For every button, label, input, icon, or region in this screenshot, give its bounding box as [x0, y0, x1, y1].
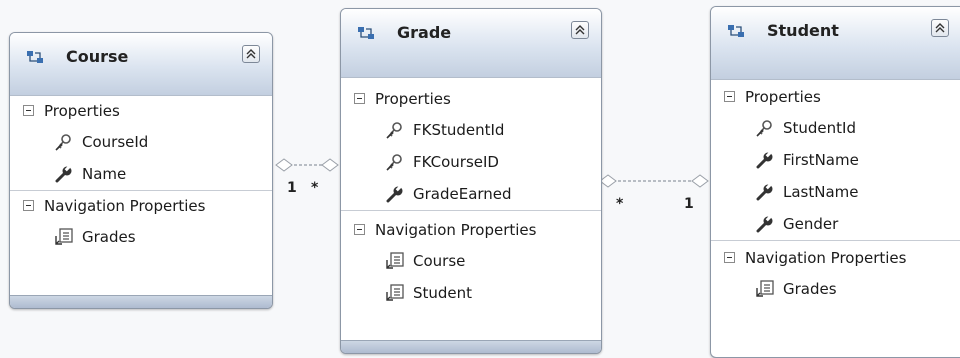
- property-name: Name: [82, 165, 127, 183]
- key-icon: [386, 122, 402, 139]
- property-row[interactable]: Gender: [711, 208, 960, 240]
- collapse-toggle-icon[interactable]: [724, 91, 735, 102]
- wrench-icon: [756, 215, 773, 233]
- navigation-property-icon: [55, 228, 73, 245]
- property-name: Gender: [783, 215, 839, 233]
- properties-heading[interactable]: Properties: [10, 96, 272, 126]
- wrench-icon: [756, 151, 773, 169]
- collapse-toggle-icon[interactable]: [23, 105, 34, 116]
- navigation-section: Navigation Properties Grades: [10, 190, 272, 253]
- entity-footer: [341, 340, 601, 353]
- property-name: LastName: [783, 183, 859, 201]
- entity-header[interactable]: Student: [711, 7, 960, 80]
- wrench-icon: [55, 165, 72, 183]
- property-name: StudentId: [783, 119, 856, 137]
- navigation-heading[interactable]: Navigation Properties: [711, 243, 960, 273]
- entity-course[interactable]: Course Properties CourseId Name Navigati…: [9, 32, 273, 309]
- section-label: Navigation Properties: [44, 197, 206, 215]
- entity-icon: [27, 51, 43, 63]
- navigation-property-icon: [756, 280, 774, 297]
- collapse-toggle-icon[interactable]: [354, 93, 365, 104]
- navigation-section: Navigation Properties Course Student: [341, 210, 601, 309]
- property-row[interactable]: LastName: [711, 176, 960, 208]
- entity-icon: [358, 27, 374, 39]
- navigation-property-row[interactable]: Student: [341, 277, 601, 309]
- collapse-toggle-icon[interactable]: [354, 224, 365, 235]
- key-icon: [55, 134, 71, 151]
- wrench-icon: [386, 185, 403, 203]
- properties-heading[interactable]: Properties: [711, 82, 960, 112]
- association-course-grade[interactable]: [275, 158, 339, 172]
- key-icon: [386, 154, 402, 171]
- property-row[interactable]: FKStudentId: [341, 114, 601, 146]
- collapse-button[interactable]: [242, 45, 260, 63]
- property-name: GradeEarned: [413, 185, 512, 203]
- property-row[interactable]: CourseId: [10, 126, 272, 158]
- navigation-section: Navigation Properties Grades: [711, 240, 960, 305]
- property-row[interactable]: FKCourseID: [341, 146, 601, 178]
- student-end-diamond: [691, 174, 709, 188]
- properties-section: Properties FKStudentId FKCourseID GradeE…: [341, 78, 601, 210]
- navigation-property-row[interactable]: Course: [341, 245, 601, 277]
- multiplicity-student-one: 1: [684, 196, 694, 212]
- section-label: Properties: [745, 88, 821, 106]
- property-name: FirstName: [783, 151, 859, 169]
- navigation-property-name: Grades: [783, 280, 837, 298]
- collapse-toggle-icon[interactable]: [724, 252, 735, 263]
- collapse-button[interactable]: [931, 19, 949, 37]
- section-label: Navigation Properties: [375, 221, 537, 239]
- entity-title: Grade: [397, 23, 452, 42]
- navigation-property-icon: [386, 284, 404, 301]
- navigation-heading[interactable]: Navigation Properties: [341, 215, 601, 245]
- navigation-property-icon: [386, 252, 404, 269]
- entity-header[interactable]: Grade: [341, 9, 601, 78]
- property-name: FKStudentId: [413, 121, 505, 139]
- section-label: Properties: [375, 90, 451, 108]
- grade-end-diamond: [599, 174, 617, 188]
- navigation-property-name: Student: [413, 284, 473, 302]
- key-icon: [756, 120, 772, 137]
- association-grade-student[interactable]: [599, 174, 709, 188]
- navigation-property-row[interactable]: Grades: [10, 221, 272, 253]
- grade-end-diamond: [321, 158, 339, 172]
- wrench-icon: [756, 183, 773, 201]
- multiplicity-grade-many: *: [311, 180, 319, 196]
- property-row[interactable]: FirstName: [711, 144, 960, 176]
- collapse-chevrons-icon: [246, 49, 256, 59]
- properties-section: Properties CourseId Name: [10, 96, 272, 190]
- property-name: CourseId: [82, 133, 149, 151]
- properties-heading[interactable]: Properties: [341, 84, 601, 114]
- collapse-button[interactable]: [571, 21, 589, 39]
- multiplicity-grade-many: *: [616, 196, 624, 212]
- navigation-property-row[interactable]: Grades: [711, 273, 960, 305]
- property-row[interactable]: Name: [10, 158, 272, 190]
- property-name: FKCourseID: [413, 153, 499, 171]
- entity-header[interactable]: Course: [10, 33, 272, 96]
- collapse-toggle-icon[interactable]: [23, 200, 34, 211]
- navigation-property-name: Course: [413, 252, 466, 270]
- property-row[interactable]: StudentId: [711, 112, 960, 144]
- course-end-diamond: [275, 158, 293, 172]
- property-row[interactable]: GradeEarned: [341, 178, 601, 210]
- entity-title: Student: [767, 21, 839, 40]
- section-label: Properties: [44, 102, 120, 120]
- section-label: Navigation Properties: [745, 249, 907, 267]
- entity-footer: [10, 295, 272, 308]
- entity-student[interactable]: Student Properties StudentId FirstName L…: [710, 6, 960, 358]
- entity-grade[interactable]: Grade Properties FKStudentId FKCourseID: [340, 8, 602, 354]
- navigation-property-name: Grades: [82, 228, 136, 246]
- navigation-heading[interactable]: Navigation Properties: [10, 191, 272, 221]
- properties-section: Properties StudentId FirstName LastName: [711, 80, 960, 240]
- multiplicity-course-one: 1: [287, 180, 297, 196]
- collapse-chevrons-icon: [575, 25, 585, 35]
- entity-title: Course: [66, 47, 129, 66]
- collapse-chevrons-icon: [935, 23, 945, 33]
- entity-icon: [728, 25, 744, 37]
